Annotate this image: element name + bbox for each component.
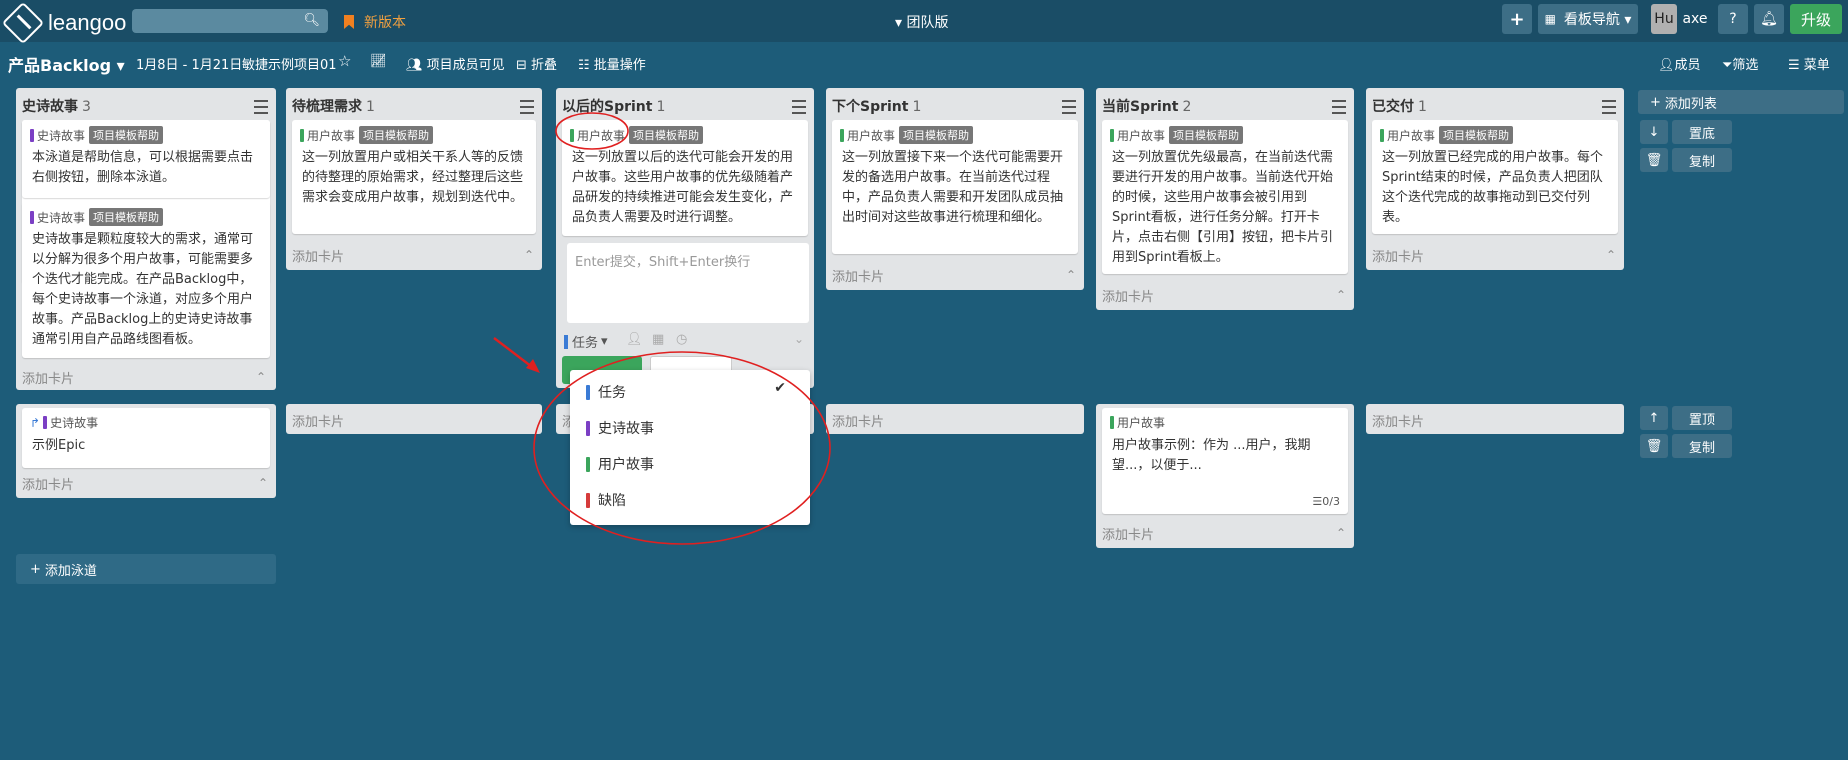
- annotation-arrow-head: [526, 359, 540, 373]
- annotation-overlay: [493, 112, 831, 545]
- annotation-circle-tag: [555, 112, 629, 150]
- annotation-circle-dropdown: [533, 351, 831, 545]
